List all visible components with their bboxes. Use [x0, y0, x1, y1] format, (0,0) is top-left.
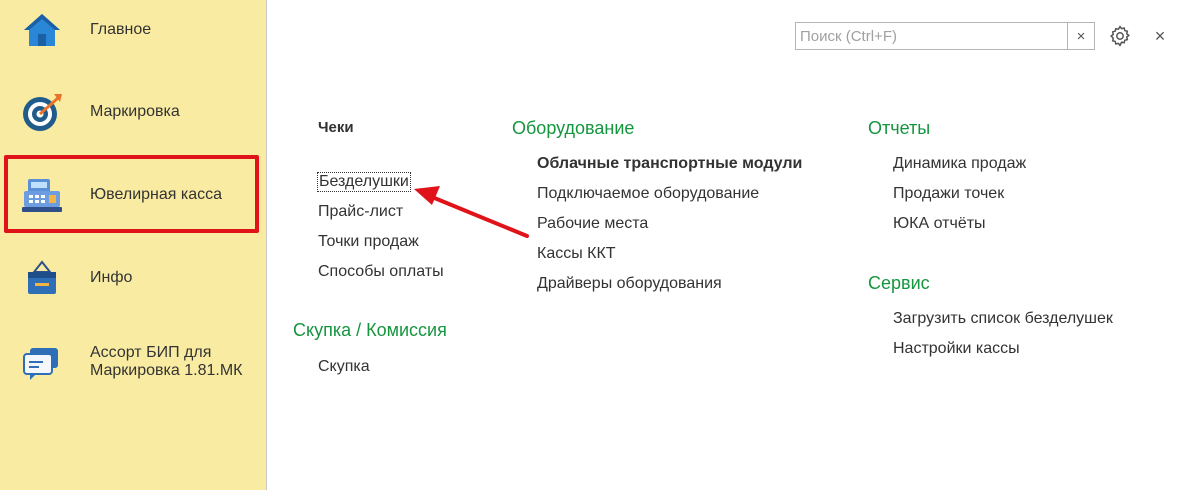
section-title-purchase: Скупка / Комиссия [293, 320, 447, 340]
chat-icon [20, 340, 64, 384]
link-load-trinkets-list[interactable]: Загрузить список безделушек [893, 310, 1113, 328]
link-price-list[interactable]: Прайс-лист [318, 203, 403, 221]
section-title-service: Сервис [868, 273, 930, 293]
sidebar-item-assort-bip[interactable]: Ассорт БИП для Маркировка 1.81.МК [0, 330, 266, 394]
section-title-reports: Отчеты [868, 118, 931, 138]
link-trinkets[interactable]: Безделушки [317, 172, 411, 192]
sidebar-item-main[interactable]: Главное [0, 0, 266, 60]
sidebar-item-label: Маркировка [90, 103, 180, 120]
settings-button[interactable] [1108, 24, 1132, 48]
sidebar-item-label: Главное [90, 21, 152, 38]
info-bag-icon [20, 256, 64, 300]
link-workplaces[interactable]: Рабочие места [537, 215, 648, 233]
home-icon [20, 8, 64, 52]
target-icon [20, 90, 64, 134]
app-window: Главное Маркировка Ювелирная касса Инфо … [0, 0, 1181, 490]
link-kkt-registers[interactable]: Кассы ККТ [537, 245, 616, 263]
sidebar-item-label: Инфо [90, 269, 133, 286]
close-button[interactable]: × [1150, 24, 1170, 48]
link-points-sales[interactable]: Продажи точек [893, 185, 1004, 203]
sidebar-item-info[interactable]: Инфо [0, 248, 266, 308]
link-cash-settings[interactable]: Настройки кассы [893, 340, 1020, 358]
clear-search-button[interactable]: × [1067, 23, 1094, 49]
sidebar-item-label: Ассорт БИП для Маркировка 1.81.МК [90, 344, 243, 379]
link-sales-dynamics[interactable]: Динамика продаж [893, 155, 1026, 173]
link-points-of-sale[interactable]: Точки продаж [318, 233, 419, 251]
link-yuka-reports[interactable]: ЮКА отчёты [893, 215, 986, 233]
gear-icon [1108, 25, 1132, 52]
link-payment-methods[interactable]: Способы оплаты [318, 263, 444, 281]
link-purchase[interactable]: Скупка [318, 358, 370, 376]
sidebar: Главное Маркировка Ювелирная касса Инфо … [0, 0, 267, 490]
section-title-checks: Чеки [318, 119, 354, 136]
link-connected-equipment[interactable]: Подключаемое оборудование [537, 185, 759, 203]
search-box: × [795, 22, 1095, 50]
link-cloud-transport-modules[interactable]: Облачные транспортные модули [537, 155, 802, 173]
search-input[interactable] [796, 23, 1068, 49]
link-equipment-drivers[interactable]: Драйверы оборудования [537, 275, 722, 293]
section-title-equipment: Оборудование [512, 118, 635, 138]
sidebar-item-marking[interactable]: Маркировка [0, 82, 266, 142]
highlight-frame [4, 155, 259, 233]
